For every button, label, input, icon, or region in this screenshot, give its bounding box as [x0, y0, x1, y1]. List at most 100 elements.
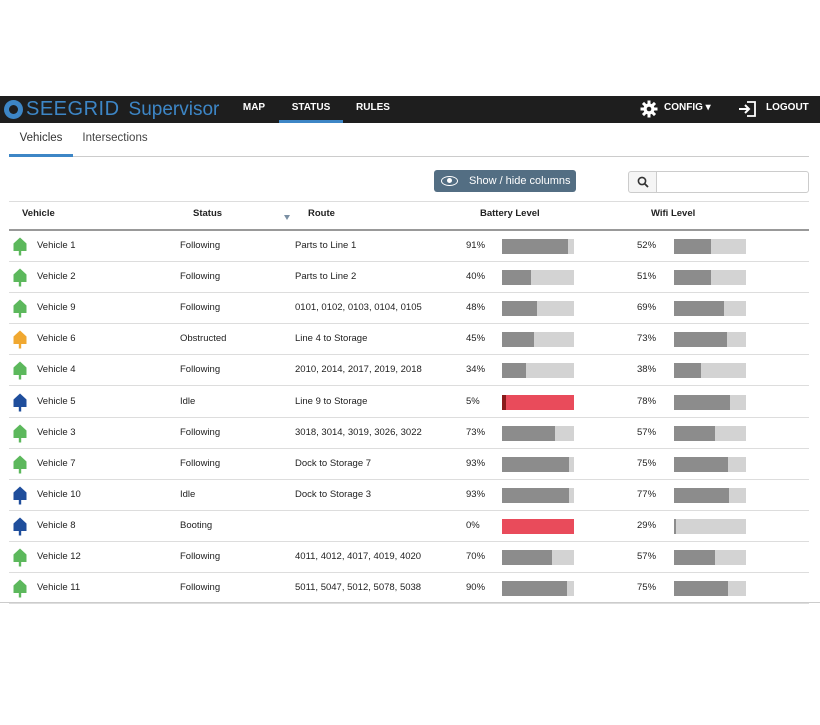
seegrid-logo[interactable]: SEEGRID Supervisor [4, 97, 219, 122]
vehicle-name[interactable]: Vehicle 7 [37, 449, 76, 479]
vehicle-status: Idle [180, 395, 196, 407]
battery-percent: 93% [466, 488, 486, 500]
wifi-bar-fill [674, 425, 716, 441]
vehicle-name[interactable]: Vehicle 8 [37, 511, 76, 541]
config-dropdown[interactable]: CONFIG ▾ [664, 96, 718, 123]
nav-map[interactable]: MAP [236, 96, 272, 123]
table-row[interactable]: Vehicle 8 Booting 0% 29% [9, 511, 809, 542]
table-row[interactable]: Vehicle 11 Following 5011, 5047, 5012, 507… [9, 573, 809, 605]
show-hide-columns-button[interactable]: Show / hide columns [434, 170, 576, 192]
nav-rules[interactable]: RULES [350, 96, 396, 123]
wifi-bar [674, 394, 746, 410]
battery-percent: 45% [466, 333, 486, 345]
vehicle-route: 4011, 4012, 4017, 4019, 4020 [295, 551, 422, 562]
nav-status[interactable]: STATUS [279, 96, 343, 123]
wifi-percent: 38% [637, 364, 657, 376]
logout-link[interactable]: LOGOUT [766, 96, 814, 123]
wifi-bar-fill [674, 332, 727, 348]
top-navbar: SEEGRID Supervisor MAP STATUS RULES CONF… [0, 96, 820, 123]
sort-desc-icon[interactable] [284, 215, 290, 220]
battery-percent: 70% [466, 551, 486, 562]
vehicle-status-icon [13, 579, 27, 598]
battery-bar [502, 270, 574, 286]
wifi-bar [674, 425, 746, 441]
search-button[interactable] [628, 171, 657, 193]
wifi-bar [674, 363, 746, 379]
vehicle-name[interactable]: Vehicle 6 [37, 324, 76, 354]
tab-intersections[interactable]: Intersections [81, 123, 149, 157]
battery-percent: 93% [466, 457, 486, 469]
vehicle-status-icon [13, 361, 27, 380]
table-row[interactable]: Vehicle 10 Idle Dock to Storage 3 93% 77% [9, 480, 809, 511]
table-row[interactable]: Vehicle 12 Following 4011, 4012, 4017, 401… [9, 542, 809, 573]
vehicle-status: Following [180, 551, 221, 562]
battery-bar-fill [502, 581, 567, 597]
search-input[interactable] [656, 171, 809, 193]
vehicle-status-icon [13, 455, 27, 474]
battery-bar-fill [502, 456, 569, 472]
vehicle-status: Following [180, 582, 221, 594]
battery-percent: 5% [466, 395, 480, 407]
wifi-bar-fill [674, 301, 724, 317]
wifi-percent: 75% [637, 582, 657, 594]
header-vehicle[interactable]: Vehicle [22, 208, 55, 219]
vehicle-name[interactable]: Vehicle 11 [37, 573, 80, 603]
table-top-divider [9, 201, 809, 202]
table-row[interactable]: Vehicle 9 Following 0101, 0102, 0103, 0104… [9, 293, 809, 325]
vehicle-name[interactable]: Vehicle 5 [37, 387, 76, 417]
wifi-bar-fill [674, 518, 676, 534]
header-route[interactable]: Route [308, 208, 335, 219]
show-hide-columns-label: Show / hide columns [469, 175, 571, 187]
table-row[interactable]: Vehicle 4 Following 2010, 2014, 2017, 2019… [9, 355, 809, 387]
wifi-percent: 78% [637, 395, 657, 407]
battery-bar-fill [502, 487, 569, 503]
vehicle-status-icon [13, 299, 27, 318]
wifi-bar-fill [674, 394, 731, 410]
table-bottom-border [0, 602, 820, 603]
header-wifi[interactable]: Wifi Level [651, 208, 695, 219]
vehicle-status-icon [13, 330, 27, 349]
wifi-bar-fill [674, 550, 716, 565]
battery-bar [502, 394, 574, 410]
vehicle-route: Dock to Storage 3 [295, 488, 372, 500]
vehicle-name[interactable]: Vehicle 9 [37, 293, 76, 323]
header-status[interactable]: Status [193, 208, 222, 219]
table-row[interactable]: Vehicle 7 Following Dock to Storage 7 93% 75… [9, 449, 809, 480]
table-row[interactable]: Vehicle 2 Following Parts to Line 2 40% 51% [9, 262, 809, 294]
gear-icon[interactable] [640, 100, 658, 118]
logo-text: SEEGRID [26, 98, 120, 120]
table-row[interactable]: Vehicle 3 Following 3018, 3014, 3019, 3026… [9, 418, 809, 449]
vehicle-name[interactable]: Vehicle 2 [37, 262, 76, 292]
vehicle-status: Following [180, 240, 221, 251]
vehicle-name[interactable]: Vehicle 4 [37, 355, 76, 385]
table-row[interactable]: Vehicle 5 Idle Line 9 to Storage 5% 78% [9, 387, 809, 418]
vehicle-route: Line 9 to Storage [295, 395, 368, 407]
header-battery[interactable]: Battery Level [480, 208, 540, 219]
battery-bar [502, 487, 574, 503]
tab-vehicles[interactable]: Vehicles [9, 123, 73, 157]
wifi-percent: 57% [637, 426, 657, 438]
vehicle-name[interactable]: Vehicle 1 [37, 231, 76, 261]
table-row[interactable]: Vehicle 6 Obstructed Line 4 to Storage 45% 7… [9, 324, 809, 356]
vehicle-name[interactable]: Vehicle 10 [37, 480, 81, 510]
vehicle-status: Following [180, 364, 221, 376]
seegrid-logo-icon [4, 100, 23, 119]
wifi-bar-fill [674, 363, 702, 379]
vehicle-name[interactable]: Vehicle 12 [37, 542, 81, 572]
battery-percent: 73% [466, 426, 486, 438]
wifi-percent: 57% [637, 551, 657, 562]
vehicle-status: Idle [180, 488, 196, 500]
logo-subtitle: Supervisor [128, 99, 220, 120]
battery-bar [502, 332, 574, 348]
table-row[interactable]: Vehicle 1 Following Parts to Line 1 91% 52% [9, 231, 809, 262]
sign-out-icon[interactable] [738, 100, 758, 118]
vehicle-name[interactable]: Vehicle 3 [37, 418, 76, 448]
vehicle-status-icon [13, 548, 27, 567]
battery-bar-fill [502, 363, 527, 379]
battery-bar [502, 581, 574, 597]
wifi-percent: 52% [637, 240, 657, 251]
wifi-bar [674, 456, 746, 472]
vehicle-status: Following [180, 271, 221, 283]
battery-percent: 48% [466, 302, 486, 314]
vehicle-status: Following [180, 426, 221, 438]
